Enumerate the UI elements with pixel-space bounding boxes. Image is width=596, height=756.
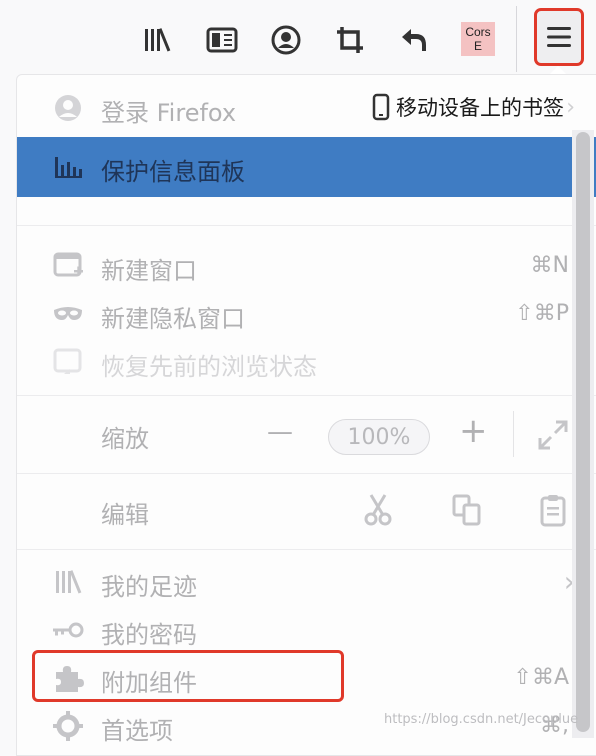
cut-button[interactable] <box>363 493 393 531</box>
cors-label-line2: E <box>473 39 482 53</box>
mobile-phone-icon <box>372 93 390 121</box>
menu-divider <box>17 395 596 396</box>
fullscreen-icon <box>538 420 568 450</box>
new-window-label: 新建窗口 <box>101 257 197 285</box>
private-mask-icon <box>51 297 85 331</box>
sidebar-icon <box>206 27 238 53</box>
chevron-right-icon: › <box>566 95 575 120</box>
sign-in-label: 登录 Firefox <box>101 99 237 127</box>
new-private-window-label: 新建隐私窗口 <box>101 305 245 333</box>
preferences-label: 首选项 <box>101 717 173 745</box>
library-label: 我的足迹 <box>101 573 197 601</box>
browser-toolbar: Cors E <box>0 0 596 78</box>
back-button[interactable] <box>394 20 434 60</box>
key-icon <box>51 613 85 647</box>
library-icon <box>51 565 85 599</box>
new-window-icon <box>51 249 85 283</box>
avatar-icon <box>51 91 85 125</box>
menu-item-protections-dashboard[interactable]: 保护信息面板 <box>17 137 596 197</box>
account-icon <box>271 25 301 55</box>
undo-arrow-icon <box>402 29 426 51</box>
mobile-bookmarks-label: 移动设备上的书签 <box>396 96 564 120</box>
zoom-in-button[interactable]: + <box>459 411 488 451</box>
zoom-separator <box>513 411 514 457</box>
annotation-box-addons <box>32 650 344 702</box>
account-button[interactable] <box>266 20 306 60</box>
restore-session-label: 恢复先前的浏览状态 <box>101 353 317 381</box>
menu-divider <box>17 473 596 474</box>
paste-button[interactable] <box>539 493 567 531</box>
toolbar-separator <box>516 6 517 72</box>
edit-label: 编辑 <box>101 501 149 529</box>
zoom-reset-button[interactable]: 100% <box>328 419 430 455</box>
zoom-level-value: 100% <box>347 424 411 450</box>
copy-button[interactable] <box>451 493 483 531</box>
passwords-label: 我的密码 <box>101 621 197 649</box>
cors-extension-button[interactable]: Cors E <box>461 22 495 56</box>
zoom-out-button[interactable]: — <box>267 417 293 447</box>
clipboard-icon <box>540 495 566 527</box>
menu-divider <box>17 549 596 550</box>
new-private-window-shortcut: ⇧⌘P <box>515 301 569 326</box>
bar-chart-icon <box>51 150 85 184</box>
cors-label-line1: Cors <box>465 25 491 39</box>
restore-session-icon <box>51 345 85 379</box>
menu-item-edit: 编辑 <box>17 483 596 539</box>
screenshot-button[interactable] <box>330 20 370 60</box>
menu-item-passwords[interactable]: 我的密码 <box>17 607 596 653</box>
addons-shortcut: ⇧⌘A <box>513 665 569 690</box>
menu-item-new-window[interactable]: 新建窗口 ⌘N <box>17 243 596 289</box>
scrollbar-thumb[interactable] <box>576 132 590 732</box>
protections-label: 保护信息面板 <box>101 158 245 186</box>
copy-icon <box>452 494 481 526</box>
library-icon <box>145 28 171 52</box>
scissors-icon <box>364 494 392 526</box>
mobile-bookmarks-button[interactable]: 移动设备上的书签 <box>372 92 564 122</box>
open-menu-button[interactable] <box>534 8 584 66</box>
watermark: https://blog.csdn.net/Jecoplue <box>384 712 579 727</box>
hamburger-icon <box>547 27 571 47</box>
menu-item-restore-session[interactable]: 恢复先前的浏览状态 <box>17 339 596 385</box>
library-button[interactable] <box>138 20 178 60</box>
fullscreen-button[interactable] <box>537 419 569 455</box>
menu-divider <box>17 225 596 226</box>
zoom-label: 缩放 <box>101 425 149 453</box>
menu-item-zoom: 缩放 — 100% + <box>17 407 596 465</box>
crop-icon <box>337 27 363 53</box>
menu-item-library[interactable]: 我的足迹 › <box>17 559 596 605</box>
menu-item-new-private-window[interactable]: 新建隐私窗口 ⇧⌘P <box>17 291 596 337</box>
sidebar-button[interactable] <box>202 20 242 60</box>
new-window-shortcut: ⌘N <box>530 253 569 278</box>
